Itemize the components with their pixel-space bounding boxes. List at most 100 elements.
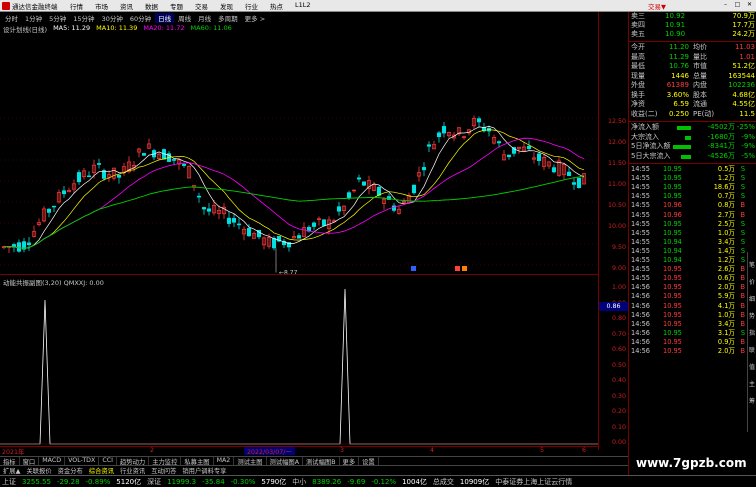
maximize-icon[interactable]: □ bbox=[733, 1, 742, 9]
tick-row: 14:56 10.95 4.1万 B bbox=[629, 302, 747, 311]
info-tab-3[interactable]: 综合资讯 bbox=[86, 466, 117, 475]
tick-price: 10.94 bbox=[663, 237, 682, 246]
indicator-tab-10[interactable]: 测试幅图A bbox=[267, 457, 303, 466]
panel-side-tab[interactable]: 势 bbox=[748, 311, 756, 320]
menu-item-5[interactable]: 交易 bbox=[195, 1, 208, 11]
panel-side-tab[interactable]: 主 bbox=[748, 379, 756, 388]
info-tab-2[interactable]: 资金分布 bbox=[55, 466, 86, 475]
period-tab-4[interactable]: 30分钟 bbox=[99, 13, 126, 23]
candle-body bbox=[51, 205, 57, 208]
indicator-tab-3[interactable]: VOL-TDX bbox=[65, 457, 100, 465]
stat-label: PE(动) bbox=[693, 109, 715, 118]
period-tab-10[interactable]: 更多 > bbox=[242, 13, 269, 23]
chart-title: 设计划线(日线) bbox=[3, 26, 48, 34]
period-tab-3[interactable]: 15分钟 bbox=[70, 13, 97, 23]
stat-label: 流通 bbox=[693, 100, 707, 108]
menu-item-7[interactable]: 行业 bbox=[245, 1, 258, 11]
panel-side-tab[interactable]: 值 bbox=[748, 362, 756, 371]
indicator-chart[interactable] bbox=[0, 286, 598, 446]
menu-item-1[interactable]: 市场 bbox=[95, 1, 108, 11]
tick-direction: S bbox=[740, 219, 745, 228]
tick-time: 14:56 bbox=[631, 328, 651, 337]
info-tab-6[interactable]: 销用户调料专享 bbox=[179, 466, 229, 475]
tick-time: 14:55 bbox=[631, 219, 651, 228]
tick-volume: 0.7万 bbox=[717, 192, 735, 201]
panel-side-tab[interactable]: 联 bbox=[748, 345, 756, 354]
stat-value: 51.2亿 bbox=[732, 62, 755, 70]
menu-item-3[interactable]: 数据 bbox=[145, 1, 158, 11]
date-tick-label: 4 bbox=[430, 447, 435, 454]
info-tab-0[interactable]: 扩展▲ bbox=[0, 466, 23, 475]
stat-row: 最低 10.76 市值 51.2亿 bbox=[629, 62, 756, 71]
indicator-tab-9[interactable]: 测试主图 bbox=[234, 457, 267, 466]
tick-row: 14:56 10.95 3.1万 S bbox=[629, 329, 747, 338]
tick-row: 14:55 10.94 1.4万 S bbox=[629, 247, 747, 256]
indicator-tab-2[interactable]: MACD bbox=[39, 457, 66, 465]
period-tab-8[interactable]: 月线 bbox=[195, 13, 214, 23]
period-tab-6[interactable]: 日线 bbox=[155, 13, 175, 23]
panel-divider bbox=[629, 163, 756, 164]
period-tab-7[interactable]: 周线 bbox=[175, 13, 194, 23]
menu-item-9[interactable]: L1L2 bbox=[295, 1, 311, 11]
tick-time: 14:55 bbox=[631, 228, 651, 237]
candle-body bbox=[376, 186, 382, 196]
indicator-tab-13[interactable]: 设置 bbox=[359, 457, 379, 466]
tick-direction: S bbox=[740, 183, 745, 192]
tick-price: 10.95 bbox=[663, 192, 682, 201]
indicator-tab-8[interactable]: MA2 bbox=[214, 457, 235, 465]
menu-item-6[interactable]: 发现 bbox=[220, 1, 233, 11]
menu-item-4[interactable]: 专题 bbox=[170, 1, 183, 11]
date-tick-label: 5 bbox=[540, 447, 545, 454]
ma10-label: MA10: 11.39 bbox=[96, 24, 138, 32]
panel-side-tab[interactable]: 筹 bbox=[748, 396, 756, 405]
tick-price: 10.95 bbox=[663, 183, 682, 192]
stat-label: 外盘 bbox=[631, 81, 645, 89]
zx-index-label[interactable]: 中小 bbox=[292, 477, 306, 487]
panel-side-tab[interactable]: 指 bbox=[748, 328, 756, 337]
indicator-tab-7[interactable]: 私募主图 bbox=[181, 457, 214, 466]
info-tab-4[interactable]: 行业资讯 bbox=[117, 466, 148, 475]
info-tab-5[interactable]: 互动问答 bbox=[148, 466, 179, 475]
menu-item-0[interactable]: 行情 bbox=[70, 1, 83, 11]
period-tab-1[interactable]: 1分钟 bbox=[22, 13, 45, 23]
ma60-label: MA60: 11.06 bbox=[190, 24, 232, 32]
tick-time: 14:55 bbox=[631, 256, 651, 264]
candle-body bbox=[61, 190, 67, 195]
indicator-tab-5[interactable]: 趋势动力 bbox=[117, 457, 150, 466]
indicator-tab-1[interactable]: 窗口 bbox=[20, 457, 40, 466]
flow-bar bbox=[681, 154, 691, 159]
tick-volume: 0.9万 bbox=[717, 337, 735, 346]
period-tab-5[interactable]: 60分钟 bbox=[127, 13, 154, 23]
window-buttons: – □ ✕ bbox=[721, 1, 754, 9]
period-tab-0[interactable]: 分时 bbox=[2, 13, 21, 23]
stat-value: 11.5 bbox=[739, 109, 755, 118]
minimize-icon[interactable]: – bbox=[721, 1, 730, 9]
trade-menu[interactable]: 交易▼ bbox=[648, 1, 666, 11]
close-icon[interactable]: ✕ bbox=[745, 1, 754, 9]
indicator-tab-4[interactable]: CCI bbox=[99, 457, 117, 465]
indicator-tab-0[interactable]: 指标 bbox=[0, 457, 20, 466]
candlestick-chart[interactable]: ←8.77 bbox=[0, 34, 598, 274]
sz-index-amount: 5790亿 bbox=[261, 477, 287, 486]
period-tab-9[interactable]: 多周期 bbox=[215, 13, 241, 23]
indicator-tab-6[interactable]: 主力监控 bbox=[149, 457, 182, 466]
candle-body bbox=[86, 175, 92, 178]
info-tab-1[interactable]: 关联报价 bbox=[23, 466, 54, 475]
period-tab-2[interactable]: 5分钟 bbox=[46, 13, 69, 23]
menu-item-2[interactable]: 资讯 bbox=[120, 1, 133, 11]
sz-index-label[interactable]: 深证 bbox=[147, 477, 161, 487]
tick-volume: 0.6万 bbox=[717, 274, 735, 283]
indicator-tab-12[interactable]: 更多 bbox=[340, 457, 360, 466]
panel-side-tab[interactable]: 价 bbox=[748, 277, 756, 286]
panel-side-tab[interactable]: 笔 bbox=[748, 260, 756, 269]
panel-side-tab[interactable]: 细 bbox=[748, 294, 756, 303]
sh-index-change: -29.28 bbox=[56, 477, 80, 486]
tick-price: 10.95 bbox=[663, 337, 682, 346]
market-status-bar: 上证 3255.55 -29.28 -0.89% 5120亿 深证 11999.… bbox=[0, 475, 756, 487]
ask-volume: 24.2万 bbox=[732, 30, 755, 38]
sh-index-label[interactable]: 上证 bbox=[2, 477, 16, 487]
zx-index-pct: -0.12% bbox=[371, 477, 397, 486]
indicator-tab-11[interactable]: 测试幅图B bbox=[303, 457, 340, 466]
candle-body bbox=[296, 235, 302, 239]
menu-item-8[interactable]: 热点 bbox=[270, 1, 283, 11]
